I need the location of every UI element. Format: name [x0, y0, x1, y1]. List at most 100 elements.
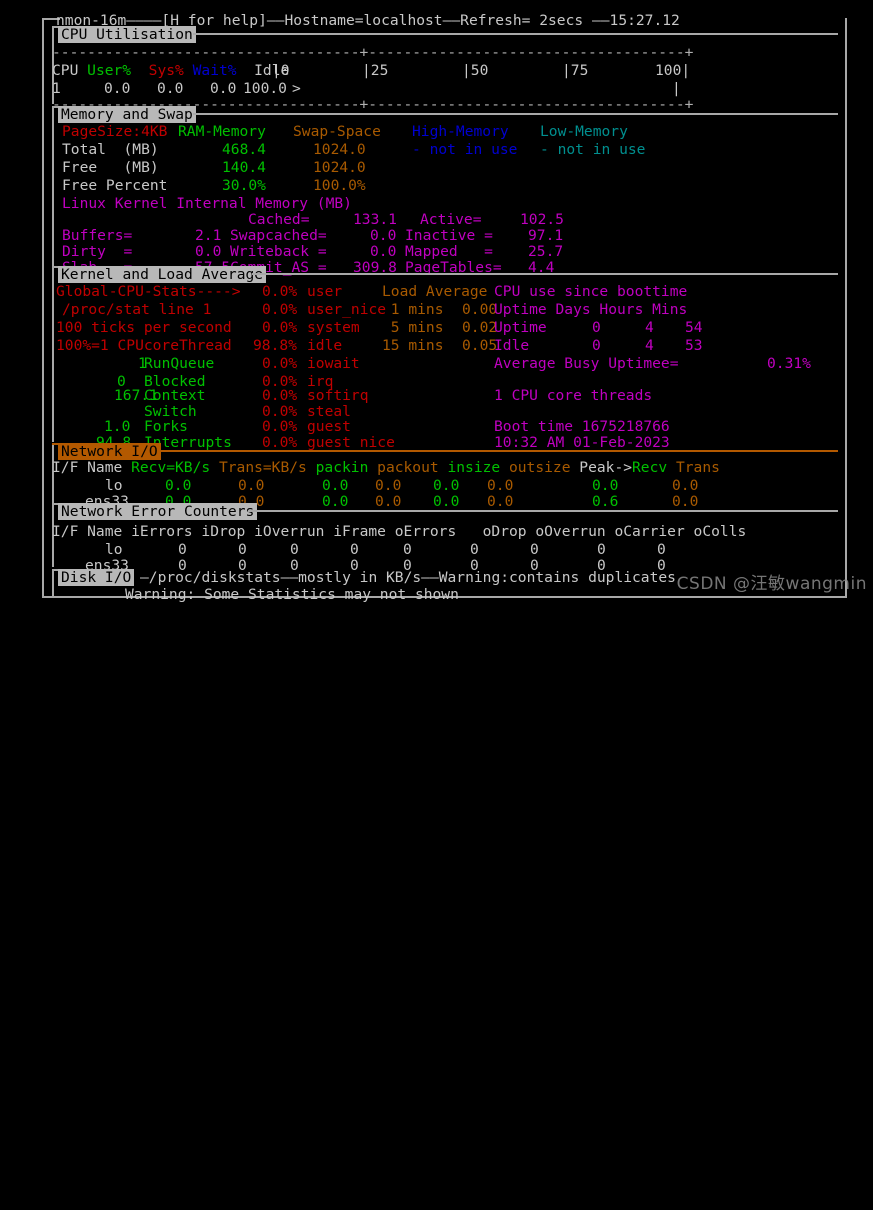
idletime-row-mins: 53: [685, 337, 703, 354]
cpu-scale-tick-100: 100|: [655, 62, 691, 79]
boottime-title: CPU use since boottime: [494, 283, 688, 300]
netio-col-trans: Trans=KB/s: [218, 459, 307, 476]
netio-col-insize: insize: [447, 459, 501, 476]
avg-busy-uptime-value: 0.31%: [767, 355, 811, 372]
neterr-section-title-label: Network Error Counters: [58, 503, 258, 520]
memory-section-title: Memory and Swap: [58, 106, 196, 124]
neterr-col-oerrors: oErrors: [394, 523, 457, 540]
netio-table-header: I/F Name Recv=KB/s Trans=KB/s packin pac…: [52, 459, 720, 476]
kernel-pct-idle-label: idle: [307, 337, 343, 354]
diskio-panel-left-border: [52, 569, 54, 597]
cpu-scale-tick-75: |75: [562, 62, 589, 79]
kernel-procstat-label: /proc/stat line 1: [62, 301, 212, 318]
cpu-tick-label-0: 0: [280, 62, 290, 79]
netio-row-ens33-peak-trans: 0.0: [672, 493, 699, 510]
kernel-corethread-label: 100%=1 CPUcoreThread: [56, 337, 232, 354]
load-average-5min-value: 0.02: [462, 319, 498, 336]
netio-row-ens33-peak-recv: 0.6: [592, 493, 619, 510]
netio-section-title-label: Network I/O: [58, 443, 161, 460]
memory-row-total-low: - not in use: [540, 141, 646, 158]
memory-col-low: Low-Memory: [540, 123, 628, 140]
neterr-col-ooverrun: oOverrun: [535, 523, 606, 540]
kernel-ticks-label: 100 ticks per second: [56, 319, 232, 336]
cpu-scale-tick-50: |50: [462, 62, 489, 79]
cpu-tick-label-25: 25: [370, 62, 389, 79]
idletime-row-days: 0: [592, 337, 601, 354]
diskio-section-title: Disk I/O: [58, 569, 135, 587]
nmon-terminal-screen: nmon-16m————[H for help]——Hostname=local…: [0, 0, 873, 605]
kernel-pct-system-label: system: [307, 319, 360, 336]
kernel-global-stats-label: Global-CPU-Stats---->: [56, 283, 241, 300]
frame-right-outer: [845, 18, 847, 598]
netio-col-outsize: outsize: [508, 459, 571, 476]
memory-row-freepct-label: Free Percent: [62, 177, 168, 194]
kernel-pct-iowait-label: iowait: [307, 355, 360, 372]
uptime-row-label: Uptime: [494, 319, 547, 336]
kernel-pct-idle-value: 98.8%: [253, 337, 297, 354]
uptime-row-hours: 4: [645, 319, 654, 336]
cpu-tick-label-50: 50: [470, 62, 489, 79]
load-average-title: Load Average: [382, 283, 488, 300]
memory-row-total-ram: 468.4: [222, 141, 266, 158]
memory-row-free-ram: 140.4: [222, 159, 266, 176]
neterr-panel-title-rule: [248, 510, 838, 512]
memory-col-ram: RAM-Memory: [178, 123, 266, 140]
load-average-5min-label: 5 mins: [382, 319, 444, 336]
neterr-table-header: I/F Name iErrors iDrop iOverrun iFrame o…: [52, 523, 746, 541]
avg-busy-uptime-label: Average Busy Uptimee=: [494, 355, 679, 372]
kernel-section-title: Kernel and Load Average: [58, 266, 267, 284]
netio-col-ifname: I/F Name: [52, 459, 123, 476]
diskio-header-line: —/proc/diskstats——mostly in KB/s——Warnin…: [140, 569, 676, 586]
cpu-col-cpu: CPU: [52, 62, 79, 79]
cpu-scale-tick-25: |25: [362, 62, 389, 79]
neterr-col-iframe: iFrame: [333, 523, 386, 540]
memory-row-total-swap: 1024.0: [313, 141, 366, 158]
netio-col-recv: Recv=KB/s: [131, 459, 211, 476]
cpu-col-wait: Wait%: [192, 62, 237, 79]
memory-row-free-label: Free (MB): [62, 159, 159, 176]
neterr-col-idrop: iDrop: [201, 523, 246, 540]
memory-col-swap: Swap-Space: [293, 123, 381, 140]
memory-panel-left-border: [52, 106, 54, 266]
memory-row-free-swap: 1024.0: [313, 159, 366, 176]
kernel-panel-left-border: [52, 266, 54, 442]
netio-col-peak-trans: Trans: [675, 459, 720, 476]
diskio-section-title-label: Disk I/O: [58, 569, 135, 586]
load-average-15min-value: 0.05: [462, 337, 498, 354]
kernel-pct-system-value: 0.0%: [262, 319, 298, 336]
cpu-panel-title-rule: [193, 33, 838, 35]
memory-row-total-label: Total (MB): [62, 141, 159, 158]
uptime-headers: Uptime Days Hours Mins: [494, 301, 688, 318]
csdn-watermark: CSDN @汪敏wangmin: [676, 574, 867, 594]
kernel-panel-title-rule: [252, 273, 838, 275]
uptime-row-mins: 54: [685, 319, 703, 336]
cpu-scale-tick-0: |0: [272, 62, 290, 79]
netio-col-packin: packin: [315, 459, 369, 476]
memory-row-total-high: - not in use: [412, 141, 518, 158]
kernel-pct-user-label: user: [307, 283, 343, 300]
neterr-col-ocarrier: oCarrier: [614, 523, 685, 540]
netio-row-ens33-packin: 0.0: [322, 493, 349, 510]
load-average-1min-value: 0.00: [462, 301, 498, 318]
kernel-pct-usernice-value: 0.0%: [262, 301, 298, 318]
cpu-section-title: CPU Utilisation: [58, 26, 196, 44]
cpu-row-id: 1: [52, 80, 61, 97]
neterr-col-ioverrun: iOverrun: [254, 523, 325, 540]
kernel-pct-iowait-value: 0.0%: [262, 355, 298, 372]
memory-col-high: High-Memory: [412, 123, 509, 140]
idletime-row-label: Idle: [494, 337, 530, 354]
memory-row-freepct-ram: 30.0%: [222, 177, 266, 194]
cpu-core-threads: 1 CPU core threads: [494, 387, 653, 404]
neterr-section-title: Network Error Counters: [58, 503, 258, 521]
memory-row-freepct-swap: 100.0%: [313, 177, 366, 194]
cpu-tick-label-75: 75: [570, 62, 589, 79]
netio-row-ens33-insize: 0.0: [433, 493, 460, 510]
frame-left-outer: [42, 18, 44, 598]
memory-panel-title-rule: [193, 113, 838, 115]
neterr-col-ifname: I/F Name: [52, 523, 123, 540]
cpu-section-title-label: CPU Utilisation: [58, 26, 196, 43]
cpu-scale-dashes-top: -----------------------------------+----…: [52, 44, 694, 61]
netio-col-packout: packout: [377, 459, 439, 476]
neterr-col-ierrors: iErrors: [131, 523, 193, 540]
cpu-col-user: User%: [87, 62, 132, 79]
